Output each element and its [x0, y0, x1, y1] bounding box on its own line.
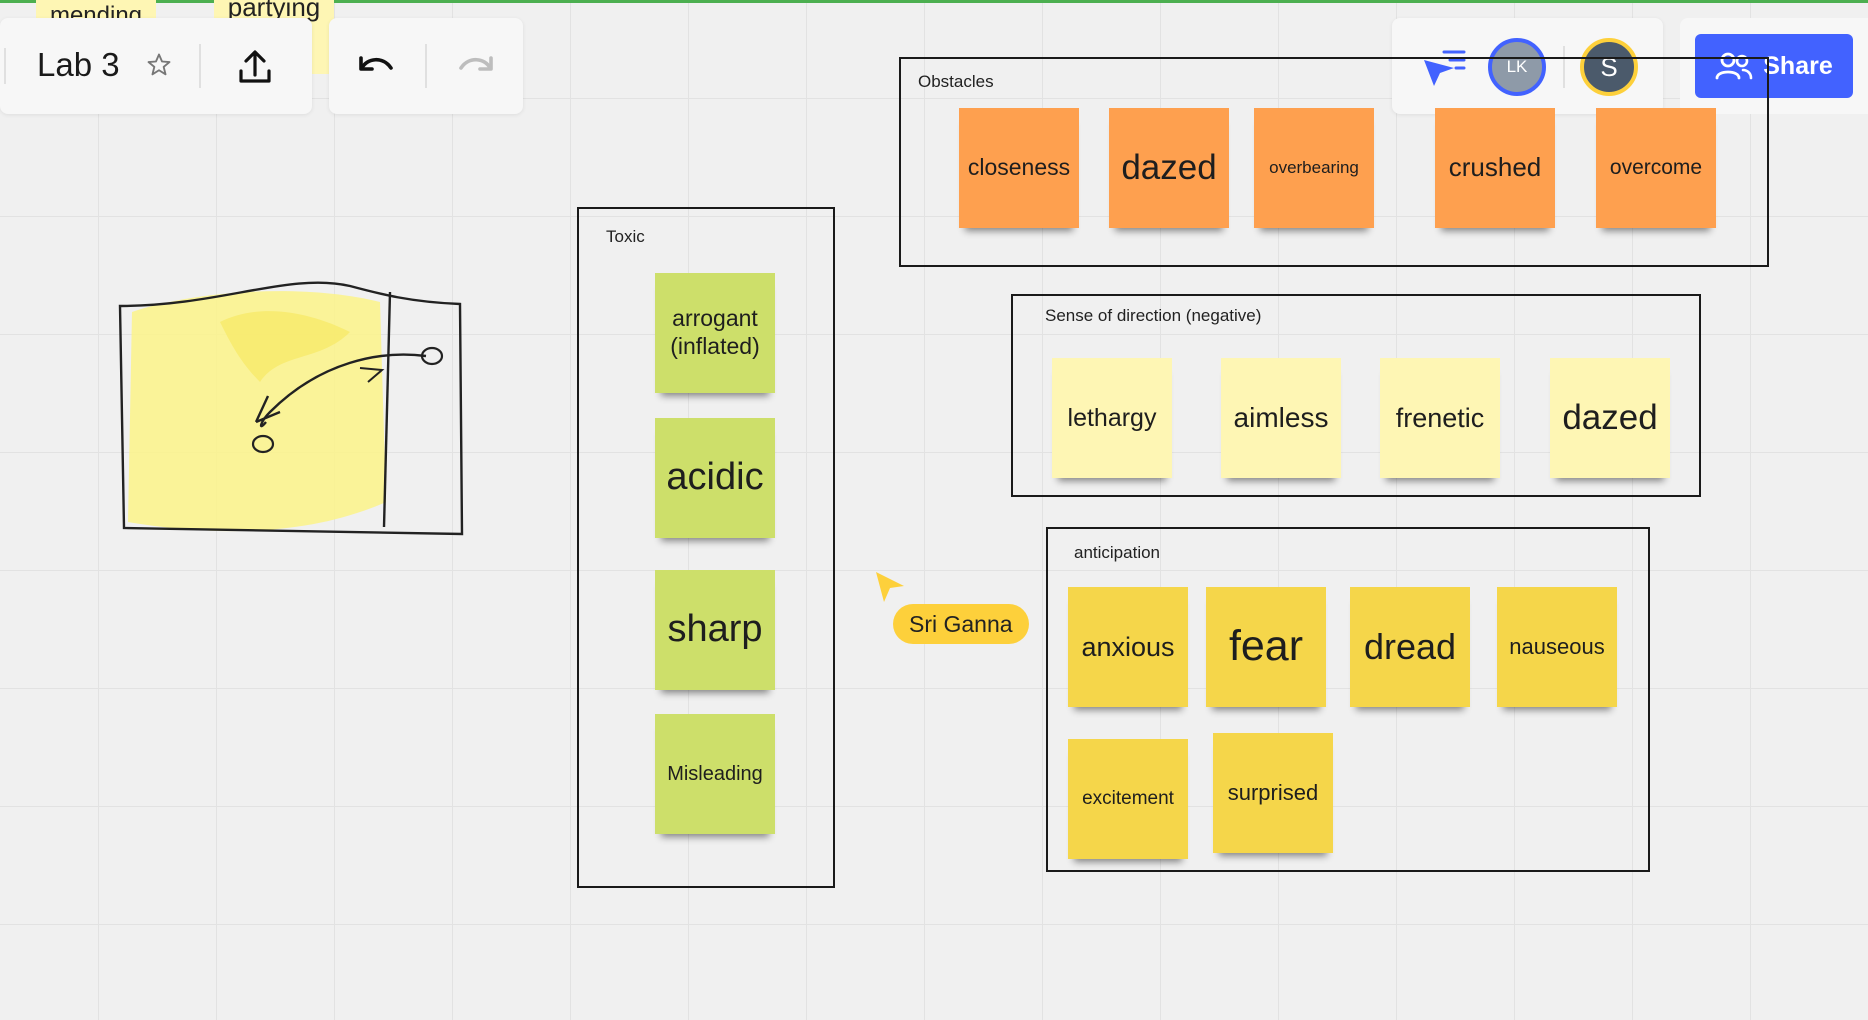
redo-button[interactable]	[451, 44, 499, 90]
board-toolbar: Lab 3	[0, 18, 312, 114]
sticky-note[interactable]: dread	[1350, 587, 1470, 707]
undo-icon	[359, 56, 393, 71]
sticky-note[interactable]: arrogant (inflated)	[655, 273, 775, 393]
frame-title: Toxic	[606, 227, 645, 246]
sticky-note[interactable]: excitement	[1068, 739, 1188, 859]
sticky-note[interactable]: overbearing	[1254, 108, 1374, 228]
sticky-note-text: lethargy	[1067, 404, 1157, 432]
sticky-note[interactable]: nauseous	[1497, 587, 1617, 707]
undo-button[interactable]	[353, 44, 401, 90]
freehand-sketch[interactable]	[110, 272, 470, 550]
sticky-note-text: Misleading	[667, 763, 763, 785]
sticky-note[interactable]: sharp	[655, 570, 775, 690]
frame-title: anticipation	[1074, 543, 1161, 562]
sticky-note-text: excitement	[1082, 787, 1174, 809]
sticky-note-text: surprised	[1227, 779, 1319, 805]
export-button[interactable]	[232, 44, 278, 90]
sticky-note[interactable]: crushed	[1435, 108, 1555, 228]
sticky-note-text: fear	[1228, 622, 1304, 671]
cursor-name-tag: Sri Ganna	[893, 604, 1029, 644]
sticky-note-text: overcome	[1609, 156, 1703, 180]
sticky-note-text: nauseous	[1509, 633, 1605, 659]
cursor-arrow-icon	[876, 572, 904, 602]
sticky-note-text: dread	[1363, 626, 1457, 668]
sticky-note-text: frenetic	[1395, 402, 1485, 433]
sticky-note[interactable]: aimless	[1221, 358, 1341, 478]
sticky-note[interactable]: anxious	[1068, 587, 1188, 707]
cursor-user-name: Sri Ganna	[909, 610, 1013, 637]
sticky-note[interactable]: Misleading	[655, 714, 775, 834]
sticky-note-text: crushed	[1448, 152, 1542, 183]
frame-title: Sense of direction (negative)	[1045, 306, 1262, 325]
sticky-note-text: overbearing	[1269, 157, 1359, 177]
sticky-note-text: dazed	[1121, 148, 1217, 187]
sticky-note-text: aimless	[1233, 402, 1329, 434]
export-icon	[239, 50, 271, 83]
sticky-note[interactable]: dazed	[1109, 108, 1229, 228]
sticky-note-text: sharp	[667, 608, 763, 651]
sticky-note-text: anxious	[1081, 631, 1175, 662]
sticky-note[interactable]: lethargy	[1052, 358, 1172, 478]
toolbar-divider	[4, 48, 6, 84]
sticky-note-text: arrogant (inflated)	[670, 305, 760, 359]
sticky-note[interactable]: acidic	[655, 418, 775, 538]
share-label: Share	[1763, 51, 1833, 80]
toolbar-divider	[199, 44, 201, 88]
frame-title: Obstacles	[918, 72, 994, 91]
redo-icon	[459, 56, 493, 71]
sticky-note[interactable]: overcome	[1596, 108, 1716, 228]
star-icon	[147, 53, 171, 76]
sticky-note[interactable]: fear	[1206, 587, 1326, 707]
sticky-note-text: closeness	[967, 154, 1071, 181]
star-button[interactable]	[142, 48, 176, 82]
sticky-note-text: dazed	[1562, 398, 1658, 437]
sticky-note[interactable]: dazed	[1550, 358, 1670, 478]
sticky-note[interactable]: closeness	[959, 108, 1079, 228]
sticky-note[interactable]: frenetic	[1380, 358, 1500, 478]
toolbar-divider	[425, 44, 427, 88]
sticky-note-text: acidic	[666, 456, 764, 499]
board-title[interactable]: Lab 3	[37, 46, 120, 84]
sticky-note[interactable]: surprised	[1213, 733, 1333, 853]
undo-redo-toolbar	[329, 18, 523, 114]
